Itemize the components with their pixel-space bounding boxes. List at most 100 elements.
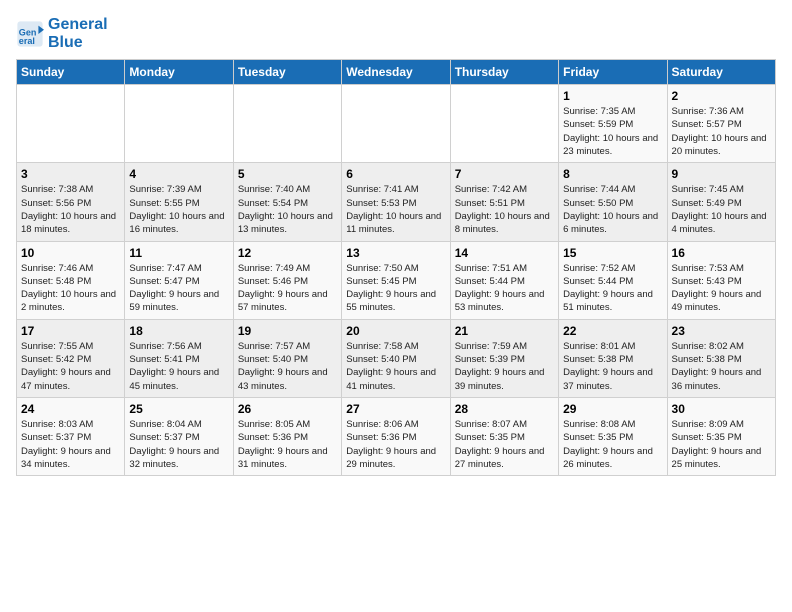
weekday-header-wednesday: Wednesday [342, 60, 450, 85]
day-number: 25 [129, 402, 228, 416]
weekday-header-tuesday: Tuesday [233, 60, 341, 85]
day-info: Sunrise: 7:55 AM Sunset: 5:42 PM Dayligh… [21, 340, 120, 393]
day-info: Sunrise: 7:49 AM Sunset: 5:46 PM Dayligh… [238, 262, 337, 315]
svg-text:eral: eral [19, 35, 35, 45]
calendar-cell [450, 85, 558, 163]
calendar-cell: 29Sunrise: 8:08 AM Sunset: 5:35 PM Dayli… [559, 397, 667, 475]
day-info: Sunrise: 7:56 AM Sunset: 5:41 PM Dayligh… [129, 340, 228, 393]
day-number: 10 [21, 246, 120, 260]
calendar-cell: 4 Sunrise: 7:39 AM Sunset: 5:55 PM Daylig… [125, 163, 233, 241]
day-info: Sunrise: 7:47 AM Sunset: 5:47 PM Dayligh… [129, 262, 228, 315]
day-number: 6 [346, 167, 445, 181]
calendar-cell: 1Sunrise: 7:35 AM Sunset: 5:59 PM Daylig… [559, 85, 667, 163]
day-number: 28 [455, 402, 554, 416]
day-number: 8 [563, 167, 662, 181]
calendar-cell: 17Sunrise: 7:55 AM Sunset: 5:42 PM Dayli… [17, 319, 125, 397]
calendar-cell: 24 Sunrise: 8:03 AM Sunset: 5:37 PM Dayli… [17, 397, 125, 475]
day-info: Sunrise: 7:57 AM Sunset: 5:40 PM Dayligh… [238, 340, 337, 393]
calendar-cell: 27Sunrise: 8:06 AM Sunset: 5:36 PM Dayli… [342, 397, 450, 475]
day-info: Sunrise: 7:46 AM Sunset: 5:48 PM Dayligh… [21, 262, 120, 315]
weekday-header-saturday: Saturday [667, 60, 775, 85]
day-info: Sunrise: 8:03 AM Sunset: 5:37 PM Dayligh… [21, 418, 120, 471]
day-info: Sunrise: 7:44 AM Sunset: 5:50 PM Dayligh… [563, 183, 662, 236]
day-number: 12 [238, 246, 337, 260]
day-number: 19 [238, 324, 337, 338]
calendar-cell: 13Sunrise: 7:50 AM Sunset: 5:45 PM Dayli… [342, 241, 450, 319]
calendar-cell: 6 Sunrise: 7:41 AM Sunset: 5:53 PM Daylig… [342, 163, 450, 241]
day-number: 23 [672, 324, 771, 338]
day-number: 29 [563, 402, 662, 416]
calendar-cell: 11 Sunrise: 7:47 AM Sunset: 5:47 PM Dayli… [125, 241, 233, 319]
weekday-header-thursday: Thursday [450, 60, 558, 85]
day-number: 20 [346, 324, 445, 338]
calendar-cell [342, 85, 450, 163]
page-header: Gen eral General Blue [16, 16, 776, 51]
day-info: Sunrise: 7:53 AM Sunset: 5:43 PM Dayligh… [672, 262, 771, 315]
calendar-week-row: 17Sunrise: 7:55 AM Sunset: 5:42 PM Dayli… [17, 319, 776, 397]
calendar-week-row: 24 Sunrise: 8:03 AM Sunset: 5:37 PM Dayli… [17, 397, 776, 475]
day-number: 16 [672, 246, 771, 260]
calendar-cell: 8 Sunrise: 7:44 AM Sunset: 5:50 PM Daylig… [559, 163, 667, 241]
weekday-header-friday: Friday [559, 60, 667, 85]
day-info: Sunrise: 8:05 AM Sunset: 5:36 PM Dayligh… [238, 418, 337, 471]
day-info: Sunrise: 8:01 AM Sunset: 5:38 PM Dayligh… [563, 340, 662, 393]
day-number: 7 [455, 167, 554, 181]
day-info: Sunrise: 8:04 AM Sunset: 5:37 PM Dayligh… [129, 418, 228, 471]
calendar-cell: 5 Sunrise: 7:40 AM Sunset: 5:54 PM Daylig… [233, 163, 341, 241]
logo-text: General [48, 16, 108, 34]
day-number: 30 [672, 402, 771, 416]
calendar-cell: 30Sunrise: 8:09 AM Sunset: 5:35 PM Dayli… [667, 397, 775, 475]
calendar-header-row: SundayMondayTuesdayWednesdayThursdayFrid… [17, 60, 776, 85]
calendar-cell: 22 Sunrise: 8:01 AM Sunset: 5:38 PM Dayli… [559, 319, 667, 397]
day-number: 22 [563, 324, 662, 338]
calendar-cell: 18Sunrise: 7:56 AM Sunset: 5:41 PM Dayli… [125, 319, 233, 397]
calendar-week-row: 10 Sunrise: 7:46 AM Sunset: 5:48 PM Dayli… [17, 241, 776, 319]
calendar-cell: 7Sunrise: 7:42 AM Sunset: 5:51 PM Daylig… [450, 163, 558, 241]
day-info: Sunrise: 7:40 AM Sunset: 5:54 PM Dayligh… [238, 183, 337, 236]
day-number: 9 [672, 167, 771, 181]
calendar-cell: 25 Sunrise: 8:04 AM Sunset: 5:37 PM Dayli… [125, 397, 233, 475]
day-number: 11 [129, 246, 228, 260]
calendar-cell: 9 Sunrise: 7:45 AM Sunset: 5:49 PM Daylig… [667, 163, 775, 241]
day-number: 3 [21, 167, 120, 181]
day-info: Sunrise: 7:39 AM Sunset: 5:55 PM Dayligh… [129, 183, 228, 236]
day-number: 27 [346, 402, 445, 416]
calendar-cell [233, 85, 341, 163]
day-info: Sunrise: 7:35 AM Sunset: 5:59 PM Dayligh… [563, 105, 662, 158]
calendar-cell: 15 Sunrise: 7:52 AM Sunset: 5:44 PM Dayli… [559, 241, 667, 319]
calendar-cell: 19 Sunrise: 7:57 AM Sunset: 5:40 PM Dayli… [233, 319, 341, 397]
calendar-cell: 16 Sunrise: 7:53 AM Sunset: 5:43 PM Dayli… [667, 241, 775, 319]
logo-subtext: Blue [48, 34, 108, 52]
day-number: 21 [455, 324, 554, 338]
weekday-header-sunday: Sunday [17, 60, 125, 85]
day-info: Sunrise: 8:07 AM Sunset: 5:35 PM Dayligh… [455, 418, 554, 471]
day-info: Sunrise: 7:50 AM Sunset: 5:45 PM Dayligh… [346, 262, 445, 315]
day-number: 2 [672, 89, 771, 103]
calendar-cell: 20 Sunrise: 7:58 AM Sunset: 5:40 PM Dayli… [342, 319, 450, 397]
calendar-cell: 3 Sunrise: 7:38 AM Sunset: 5:56 PM Daylig… [17, 163, 125, 241]
day-info: Sunrise: 7:41 AM Sunset: 5:53 PM Dayligh… [346, 183, 445, 236]
day-number: 14 [455, 246, 554, 260]
calendar-cell [17, 85, 125, 163]
day-info: Sunrise: 7:59 AM Sunset: 5:39 PM Dayligh… [455, 340, 554, 393]
day-info: Sunrise: 7:38 AM Sunset: 5:56 PM Dayligh… [21, 183, 120, 236]
calendar-cell: 26 Sunrise: 8:05 AM Sunset: 5:36 PM Dayli… [233, 397, 341, 475]
calendar-cell: 12 Sunrise: 7:49 AM Sunset: 5:46 PM Dayli… [233, 241, 341, 319]
day-info: Sunrise: 7:45 AM Sunset: 5:49 PM Dayligh… [672, 183, 771, 236]
calendar-cell: 28 Sunrise: 8:07 AM Sunset: 5:35 PM Dayli… [450, 397, 558, 475]
calendar-cell: 14 Sunrise: 7:51 AM Sunset: 5:44 PM Dayli… [450, 241, 558, 319]
calendar-week-row: 1Sunrise: 7:35 AM Sunset: 5:59 PM Daylig… [17, 85, 776, 163]
day-number: 24 [21, 402, 120, 416]
day-number: 15 [563, 246, 662, 260]
calendar-cell: 10 Sunrise: 7:46 AM Sunset: 5:48 PM Dayli… [17, 241, 125, 319]
logo: Gen eral General Blue [16, 16, 108, 51]
calendar-week-row: 3 Sunrise: 7:38 AM Sunset: 5:56 PM Daylig… [17, 163, 776, 241]
day-info: Sunrise: 7:51 AM Sunset: 5:44 PM Dayligh… [455, 262, 554, 315]
calendar-cell [125, 85, 233, 163]
day-number: 4 [129, 167, 228, 181]
weekday-header-monday: Monday [125, 60, 233, 85]
day-number: 5 [238, 167, 337, 181]
day-number: 26 [238, 402, 337, 416]
day-info: Sunrise: 7:52 AM Sunset: 5:44 PM Dayligh… [563, 262, 662, 315]
day-info: Sunrise: 7:58 AM Sunset: 5:40 PM Dayligh… [346, 340, 445, 393]
